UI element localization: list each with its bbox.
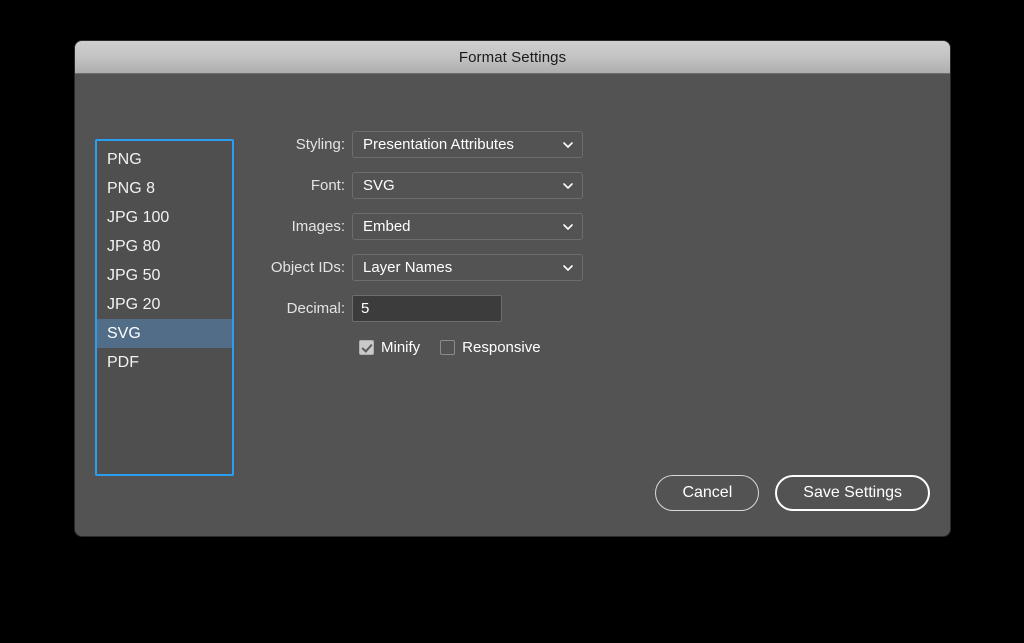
- checkmark-icon: [359, 339, 374, 355]
- chevron-down-icon: [563, 263, 573, 273]
- decimal-row: Decimal: 5: [260, 295, 780, 322]
- format-list-item-png8[interactable]: PNG 8: [97, 174, 232, 203]
- format-list-item-jpg80[interactable]: JPG 80: [97, 232, 232, 261]
- format-list-item-svg[interactable]: SVG: [97, 319, 232, 348]
- responsive-label: Responsive: [462, 338, 541, 356]
- format-list-item-label: JPG 20: [107, 296, 161, 313]
- images-label: Images:: [291, 218, 345, 235]
- chevron-down-icon: [563, 181, 573, 191]
- minify-label: Minify: [381, 338, 421, 356]
- object-ids-dropdown[interactable]: Layer Names: [352, 254, 583, 281]
- format-list-item-label: JPG 50: [107, 267, 161, 284]
- object-ids-row: Object IDs: Layer Names: [260, 254, 780, 281]
- format-list-item-label: SVG: [107, 325, 141, 342]
- options-row: Minify Responsive: [359, 336, 780, 358]
- dialog-title: Format Settings: [458, 48, 567, 66]
- format-list-item-label: JPG 100: [107, 209, 170, 226]
- images-row: Images: Embed: [260, 213, 780, 240]
- styling-dropdown-value: Presentation Attributes: [363, 136, 514, 153]
- format-list-item-pdf[interactable]: PDF: [97, 348, 232, 377]
- format-settings-dialog: Format Settings PNG PNG 8 JPG 100 JPG 80…: [75, 41, 950, 536]
- format-list-item-jpg50[interactable]: JPG 50: [97, 261, 232, 290]
- styling-label: Styling:: [295, 136, 345, 153]
- format-list-item-label: PDF: [107, 354, 139, 371]
- save-settings-button[interactable]: Save Settings: [775, 475, 930, 511]
- font-row: Font: SVG: [260, 172, 780, 199]
- settings-form: Styling: Presentation Attributes Font: S…: [260, 131, 780, 358]
- images-dropdown[interactable]: Embed: [352, 213, 583, 240]
- dialog-body: PNG PNG 8 JPG 100 JPG 80 JPG 50 JPG 20 S…: [75, 75, 950, 536]
- decimal-input[interactable]: 5: [352, 295, 502, 322]
- responsive-checkbox[interactable]: Responsive: [440, 338, 541, 356]
- font-dropdown[interactable]: SVG: [352, 172, 583, 199]
- format-list-item-png[interactable]: PNG: [97, 145, 232, 174]
- decimal-input-value: 5: [361, 300, 370, 317]
- format-list-item-label: PNG 8: [107, 180, 156, 197]
- dialog-footer: Cancel Save Settings: [655, 475, 930, 511]
- decimal-label: Decimal:: [286, 300, 345, 317]
- format-list-item-label: JPG 80: [107, 238, 161, 255]
- chevron-down-icon: [563, 140, 573, 150]
- format-list-item-jpg100[interactable]: JPG 100: [97, 203, 232, 232]
- styling-row: Styling: Presentation Attributes: [260, 131, 780, 158]
- object-ids-label: Object IDs:: [270, 259, 345, 276]
- minify-checkbox[interactable]: Minify: [359, 339, 420, 356]
- chevron-down-icon: [563, 222, 573, 232]
- images-dropdown-value: Embed: [363, 218, 411, 235]
- format-list[interactable]: PNG PNG 8 JPG 100 JPG 80 JPG 50 JPG 20 S…: [95, 139, 234, 476]
- cancel-button[interactable]: Cancel: [655, 475, 760, 511]
- font-label: Font:: [310, 177, 345, 194]
- styling-dropdown[interactable]: Presentation Attributes: [352, 131, 583, 158]
- format-list-item-jpg20[interactable]: JPG 20: [97, 290, 232, 319]
- font-dropdown-value: SVG: [363, 177, 395, 194]
- desktop-background: Format Settings PNG PNG 8 JPG 100 JPG 80…: [0, 0, 1024, 643]
- format-list-item-label: PNG: [107, 151, 142, 168]
- object-ids-dropdown-value: Layer Names: [363, 259, 453, 276]
- dialog-titlebar: Format Settings: [75, 41, 950, 74]
- checkbox-empty-icon: [440, 339, 456, 355]
